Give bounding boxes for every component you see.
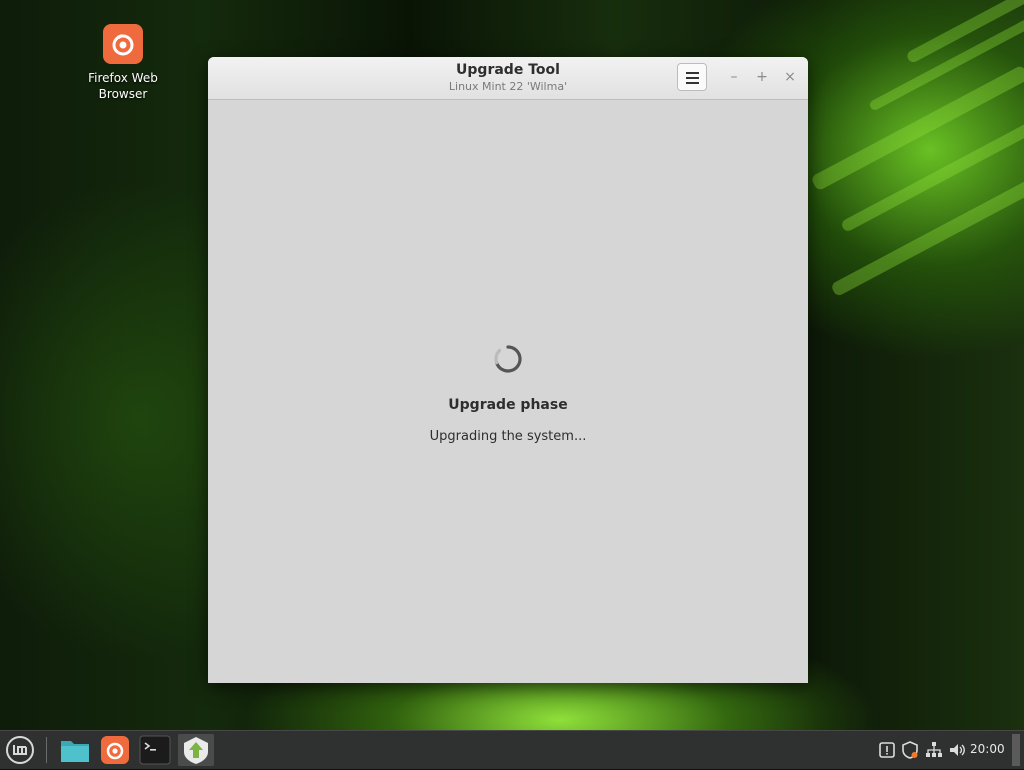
mint-menu-icon — [6, 736, 34, 764]
clock[interactable]: 20:00 — [970, 742, 1005, 756]
firefox-icon — [101, 736, 129, 764]
window-subtitle: Linux Mint 22 'Wilma' — [448, 80, 568, 93]
firefox-launcher[interactable] — [98, 734, 132, 766]
window-title: Upgrade Tool — [456, 62, 560, 78]
upgrade-tool-task[interactable] — [178, 734, 214, 766]
loading-spinner-icon — [494, 345, 522, 373]
maximize-button[interactable]: + — [753, 68, 771, 86]
close-button[interactable]: × — [781, 68, 799, 86]
desktop-icon-firefox[interactable]: Firefox Web Browser — [78, 24, 168, 102]
window-titlebar[interactable]: Upgrade Tool Linux Mint 22 'Wilma' – + × — [208, 57, 808, 100]
firefox-icon — [103, 24, 143, 64]
taskbar-separator — [46, 737, 47, 763]
mint-menu-button[interactable] — [2, 734, 36, 766]
hamburger-menu-button[interactable] — [677, 63, 707, 91]
status-text: Upgrading the system... — [429, 429, 587, 444]
volume-icon[interactable] — [948, 740, 966, 760]
hamburger-menu-icon — [686, 72, 699, 74]
files-launcher[interactable] — [58, 734, 92, 766]
phase-title: Upgrade phase — [448, 397, 568, 413]
desktop-icon-label-line1: Firefox Web — [88, 71, 158, 85]
desktop-icon-label-line2: Browser — [98, 87, 148, 101]
upgrade-tool-window: Upgrade Tool Linux Mint 22 'Wilma' – + ×… — [208, 57, 808, 683]
show-desktop-button[interactable] — [1012, 734, 1020, 766]
update-manager-icon[interactable] — [901, 740, 919, 760]
notification-icon[interactable] — [878, 740, 896, 760]
minimize-button[interactable]: – — [725, 68, 743, 86]
terminal-launcher[interactable] — [138, 734, 172, 766]
mintupgrade-icon — [184, 737, 208, 764]
files-icon — [61, 741, 89, 762]
taskbar: 20:00 — [0, 730, 1024, 769]
terminal-icon — [139, 735, 171, 765]
network-icon[interactable] — [925, 740, 943, 760]
